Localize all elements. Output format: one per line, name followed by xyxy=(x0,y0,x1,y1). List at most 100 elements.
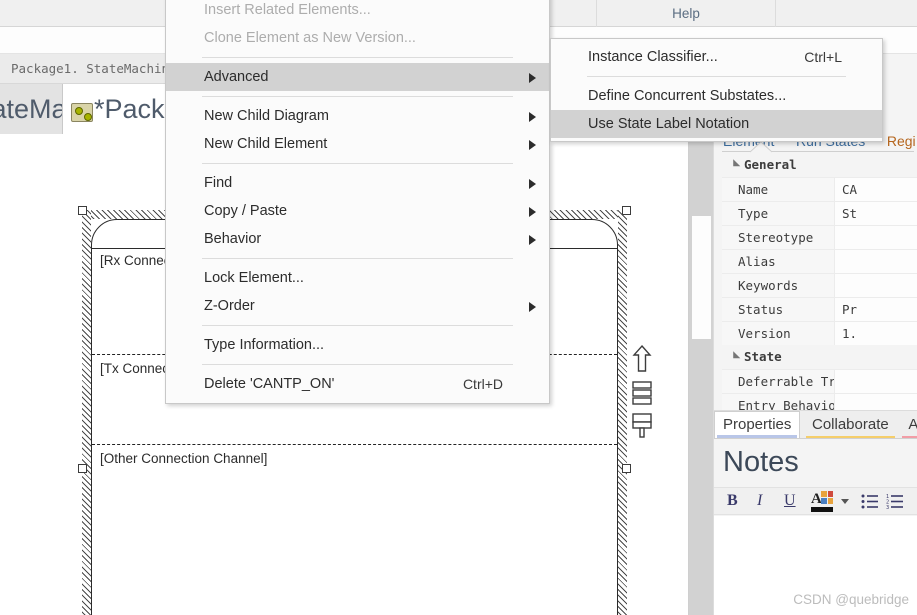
region-divider-2 xyxy=(92,444,617,445)
menu-item-copy-paste[interactable]: Copy / Paste xyxy=(166,197,549,225)
menu-item-shortcut: Ctrl+D xyxy=(462,376,503,392)
notes-toolbar: B I U A 1 2 3 xyxy=(714,487,917,515)
tab-a[interactable]: A xyxy=(900,412,917,438)
chevron-right-icon xyxy=(529,207,536,217)
menu-item-new-child-element[interactable]: New Child Element xyxy=(166,130,549,158)
watermark: CSDN @quebridge xyxy=(793,592,909,607)
property-value[interactable]: 1. xyxy=(834,322,917,345)
advanced-submenu: Instance Classifier... Ctrl+L Define Con… xyxy=(550,38,883,142)
bullet-list-icon[interactable] xyxy=(861,493,878,513)
property-row[interactable]: Stereotype xyxy=(722,225,917,249)
property-grid: General Name CA Type St Stereotype Alias… xyxy=(722,153,917,417)
prop-tab-region[interactable]: Regi xyxy=(878,130,917,152)
property-key: Version xyxy=(722,322,834,345)
move-up-icon[interactable] xyxy=(630,344,654,374)
region-label-other: [Other Connection Channel] xyxy=(100,451,268,466)
tab-label: A xyxy=(908,416,917,433)
property-key: Name xyxy=(722,178,834,201)
active-tab-caret-icon xyxy=(750,142,772,153)
chevron-right-icon xyxy=(529,302,536,312)
notes-panel: Notes B I U A 1 2 3 xyxy=(714,438,917,615)
property-row[interactable]: Alias xyxy=(722,249,917,273)
submenu-item-define-concurrent-substates[interactable]: Define Concurrent Substates... xyxy=(551,82,882,110)
scrollbar-thumb[interactable] xyxy=(691,215,712,340)
chevron-right-icon xyxy=(529,179,536,189)
underline-icon[interactable]: U xyxy=(784,492,796,510)
submenu-item-use-state-label-notation[interactable]: Use State Label Notation xyxy=(551,110,882,138)
menu-item-type-information[interactable]: Type Information... xyxy=(166,331,549,359)
tab-collaborate[interactable]: Collaborate xyxy=(804,412,897,438)
package-icon xyxy=(71,103,93,123)
tab-properties[interactable]: Properties xyxy=(714,411,801,438)
selection-hatch-left xyxy=(82,210,91,615)
menu-item-clone-element-as-new-version[interactable]: Clone Element as New Version... xyxy=(166,24,549,52)
chevron-right-icon xyxy=(529,140,536,150)
property-value[interactable] xyxy=(834,250,917,273)
menu-item-z-order[interactable]: Z-Order xyxy=(166,292,549,320)
collapse-triangle-icon[interactable] xyxy=(729,159,741,170)
submenu-item-instance-classifier[interactable]: Instance Classifier... Ctrl+L xyxy=(551,43,882,71)
quicklink-toolbar xyxy=(630,344,656,444)
ribbon-tab-help[interactable]: Help xyxy=(597,4,775,24)
property-row[interactable]: Version 1. xyxy=(722,321,917,345)
property-group-general[interactable]: General xyxy=(722,153,917,177)
property-row[interactable]: Type St xyxy=(722,201,917,225)
property-value[interactable] xyxy=(834,370,917,393)
property-row[interactable]: Name CA xyxy=(722,177,917,201)
menu-separator xyxy=(202,96,513,97)
menu-item-lock-element[interactable]: Lock Element... xyxy=(166,264,549,292)
property-value[interactable]: St xyxy=(834,202,917,225)
property-row[interactable]: Deferrable Trig... xyxy=(722,369,917,393)
property-group-state[interactable]: State xyxy=(722,345,917,369)
property-key: Type xyxy=(722,202,834,225)
chevron-right-icon xyxy=(529,112,536,122)
menu-separator xyxy=(202,163,513,164)
property-key: Stereotype xyxy=(722,226,834,249)
property-key: Alias xyxy=(722,250,834,273)
property-key: Status xyxy=(722,298,834,321)
context-menu: Insert Related Elements... Clone Element… xyxy=(165,0,550,404)
property-key: Keywords xyxy=(722,274,834,297)
dock-tab-row: Properties Collaborate A xyxy=(714,410,917,438)
resize-handle-e[interactable] xyxy=(622,464,631,473)
property-value[interactable]: CA xyxy=(834,178,917,201)
chevron-down-icon[interactable] xyxy=(841,499,849,504)
property-row[interactable]: Status Pr xyxy=(722,297,917,321)
resize-handle-ne[interactable] xyxy=(622,206,631,215)
resize-handle-w[interactable] xyxy=(78,464,87,473)
menu-item-advanced[interactable]: Advanced xyxy=(166,63,549,91)
tab-label: Properties xyxy=(723,416,792,433)
menu-separator xyxy=(202,258,513,259)
menu-item-find[interactable]: Find xyxy=(166,169,549,197)
align-rows-icon[interactable] xyxy=(630,380,654,406)
property-value[interactable] xyxy=(834,274,917,297)
menu-separator xyxy=(202,57,513,58)
notes-title: Notes xyxy=(723,446,799,478)
menu-separator xyxy=(587,76,846,77)
property-group-label: General xyxy=(744,157,797,172)
property-group-label: State xyxy=(744,349,782,364)
selection-hatch-right xyxy=(618,210,627,615)
menu-separator xyxy=(202,325,513,326)
resize-handle-nw[interactable] xyxy=(78,206,87,215)
property-value[interactable] xyxy=(834,226,917,249)
menu-separator xyxy=(202,364,513,365)
property-row[interactable]: Keywords xyxy=(722,273,917,297)
canvas-vertical-scrollbar[interactable] xyxy=(688,134,713,615)
property-value[interactable]: Pr xyxy=(834,298,917,321)
svg-text:3: 3 xyxy=(886,505,889,510)
font-color-icon[interactable]: A xyxy=(811,491,833,512)
italic-icon[interactable]: I xyxy=(757,492,762,510)
numbered-list-icon[interactable]: 1 2 3 xyxy=(886,493,903,513)
align-below-icon[interactable] xyxy=(630,412,654,438)
chevron-right-icon xyxy=(529,235,536,245)
menu-item-behavior[interactable]: Behavior xyxy=(166,225,549,253)
bold-icon[interactable]: B xyxy=(727,492,738,510)
menu-item-new-child-diagram[interactable]: New Child Diagram xyxy=(166,102,549,130)
tab-label: Collaborate xyxy=(812,416,889,433)
submenu-item-shortcut: Ctrl+L xyxy=(804,49,842,65)
menu-item-delete-element[interactable]: Delete 'CANTP_ON' Ctrl+D xyxy=(166,370,549,398)
chevron-right-icon xyxy=(529,73,536,83)
collapse-triangle-icon[interactable] xyxy=(729,351,741,362)
menu-item-insert-related-elements[interactable]: Insert Related Elements... xyxy=(166,0,549,24)
